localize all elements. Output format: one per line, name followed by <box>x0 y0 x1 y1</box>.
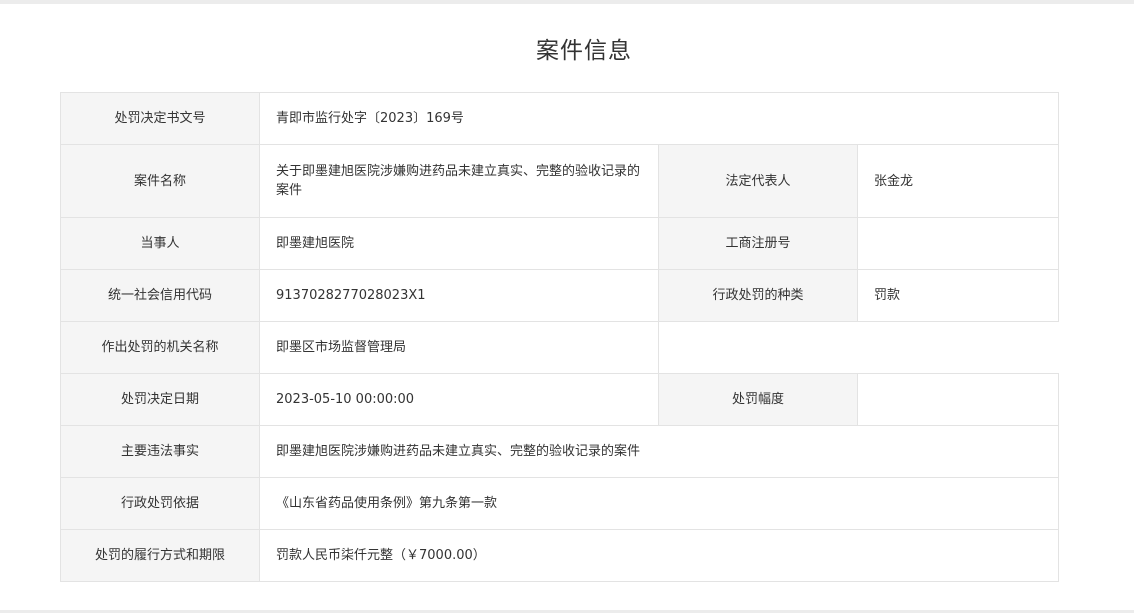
party-label: 当事人 <box>60 217 260 270</box>
authority-value: 即墨区市场监督管理局 <box>259 321 659 374</box>
decision-date-label: 处罚决定日期 <box>60 373 260 426</box>
performance-value: 罚款人民币柒仟元整（￥7000.00） <box>258 529 1060 582</box>
penalty-type-value: 罚款 <box>856 269 1060 322</box>
basis-value: 《山东省药品使用条例》第九条第一款 <box>258 477 1060 530</box>
decision-no-label: 处罚决定书文号 <box>60 92 260 145</box>
penalty-range-value <box>856 373 1060 426</box>
row-basis: 行政处罚依据 《山东省药品使用条例》第九条第一款 <box>60 477 1060 530</box>
basis-label: 行政处罚依据 <box>60 477 260 530</box>
performance-label: 处罚的履行方式和期限 <box>60 529 260 582</box>
credit-code-label: 统一社会信用代码 <box>60 269 260 322</box>
page-title: 案件信息 <box>536 38 632 64</box>
decision-date-value: 2023-05-10 00:00:00 <box>259 373 659 426</box>
row-case-name: 案件名称 关于即墨建旭医院涉嫌购进药品未建立真实、完整的验收记录的案件 法定代表… <box>60 144 1060 218</box>
legal-rep-label: 法定代表人 <box>658 144 858 218</box>
row-facts: 主要违法事实 即墨建旭医院涉嫌购进药品未建立真实、完整的验收记录的案件 <box>60 425 1060 478</box>
penalty-range-label: 处罚幅度 <box>658 373 858 426</box>
row-authority: 作出处罚的机关名称 即墨区市场监督管理局 <box>60 321 1060 374</box>
party-value: 即墨建旭医院 <box>259 217 659 270</box>
credit-code-value: 9137028277028023X1 <box>259 269 659 322</box>
case-name-value: 关于即墨建旭医院涉嫌购进药品未建立真实、完整的验收记录的案件 <box>259 144 659 218</box>
row-credit-code: 统一社会信用代码 9137028277028023X1 行政处罚的种类 罚款 <box>60 269 1060 322</box>
row-performance: 处罚的履行方式和期限 罚款人民币柒仟元整（￥7000.00） <box>60 529 1060 582</box>
penalty-type-label: 行政处罚的种类 <box>658 269 858 322</box>
row-party: 当事人 即墨建旭医院 工商注册号 <box>60 217 1060 270</box>
case-info-table: 处罚决定书文号 青即市监行处字〔2023〕169号 案件名称 关于即墨建旭医院涉… <box>60 92 1060 582</box>
legal-rep-value: 张金龙 <box>856 144 1060 218</box>
decision-no-value: 青即市监行处字〔2023〕169号 <box>258 92 1060 145</box>
empty-cell <box>657 321 1060 374</box>
facts-value: 即墨建旭医院涉嫌购进药品未建立真实、完整的验收记录的案件 <box>258 425 1060 478</box>
row-decision-date: 处罚决定日期 2023-05-10 00:00:00 处罚幅度 <box>60 373 1060 426</box>
business-reg-value <box>856 217 1060 270</box>
top-divider <box>0 0 1134 4</box>
row-decision-no: 处罚决定书文号 青即市监行处字〔2023〕169号 <box>60 92 1060 145</box>
business-reg-label: 工商注册号 <box>658 217 858 270</box>
case-name-label: 案件名称 <box>60 144 260 218</box>
authority-label: 作出处罚的机关名称 <box>60 321 260 374</box>
facts-label: 主要违法事实 <box>60 425 260 478</box>
